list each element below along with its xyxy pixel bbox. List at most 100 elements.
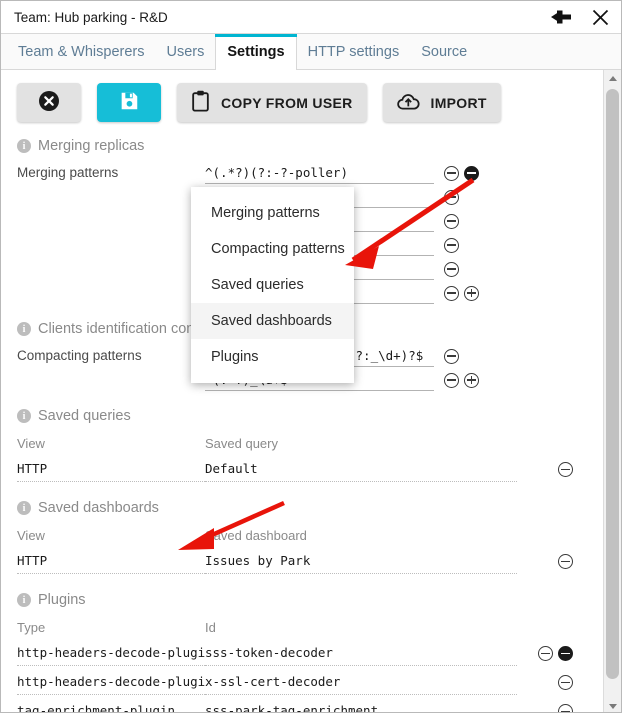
circle-minus-icon[interactable] [444,189,459,205]
clipboard-icon [191,90,210,115]
merging-replicas-heading: i Merging replicas [17,138,604,154]
tab-users[interactable]: Users [156,34,216,69]
info-icon[interactable]: i [17,322,31,336]
menu-item-saved-queries[interactable]: Saved queries [191,267,354,303]
circle-minus-icon[interactable] [558,554,573,569]
copy-from-user-menu: Merging patterns Compacting patterns Sav… [191,187,354,383]
tab-http-settings[interactable]: HTTP settings [297,34,411,69]
circle-minus-icon[interactable] [558,704,573,712]
cell-plugin-type[interactable]: http-headers-decode-plugin [17,671,205,695]
circle-minus-icon[interactable] [558,675,573,690]
plugins-title: Plugins [38,592,86,608]
cell-view[interactable]: HTTP [17,550,205,574]
merging-replicas-title: Merging replicas [38,138,145,154]
circle-minus-icon[interactable] [444,165,459,181]
menu-item-merging-patterns[interactable]: Merging patterns [191,195,354,231]
window-title: Team: Hub parking - R&D [14,9,168,25]
row-actions [538,646,573,661]
row-actions [444,189,479,205]
row-actions [558,462,573,477]
table-body: HTTP Issues by Park [17,547,604,576]
scroll-up-icon[interactable] [604,70,621,87]
saved-queries-section: i Saved queries View Saved query HTTP De… [1,408,604,484]
saved-queries-heading: i Saved queries [17,408,604,424]
circle-minus-icon[interactable] [558,462,573,477]
copy-from-user-label: COPY FROM USER [221,94,353,111]
circle-plus-icon[interactable] [464,372,479,388]
settings-scroll-area: COPY FROM USER IMPORT i Merging replicas… [1,70,604,713]
circle-minus-icon-hover[interactable] [558,646,573,661]
info-icon[interactable]: i [17,139,31,153]
circle-minus-icon[interactable] [538,646,553,661]
row-actions [444,213,479,229]
table-header-row: View Saved query [17,431,604,455]
circle-minus-icon[interactable] [444,237,459,253]
cell-plugin-type[interactable]: http-headers-decode-plugin [17,642,205,666]
team-settings-window: Team: Hub parking - R&D Team & Whisperer… [0,0,622,713]
circle-plus-icon[interactable] [464,285,479,301]
menu-item-plugins[interactable]: Plugins [191,339,354,375]
table-row: HTTP Default [17,455,604,484]
vertical-scrollbar[interactable] [603,70,621,712]
row-actions [444,237,479,253]
plugins-section: i Plugins Type Id http-headers-decode-pl… [1,592,604,713]
cancel-button[interactable] [17,83,81,122]
saved-dashboards-heading: i Saved dashboards [17,500,604,516]
circle-minus-icon[interactable] [444,285,459,301]
merging-pattern-input[interactable]: ^(.*?)(?:-?-poller) [205,162,434,184]
saved-dashboards-section: i Saved dashboards View Saved dashboard … [1,500,604,576]
column-header-id: Id [205,619,216,635]
row-actions [558,704,573,712]
cloud-upload-icon [396,92,420,114]
row-actions [558,554,573,569]
column-header-type: Type [17,619,46,635]
scroll-down-icon[interactable] [604,698,621,712]
tab-source[interactable]: Source [410,34,478,69]
settings-content: COPY FROM USER IMPORT i Merging replicas… [1,70,621,713]
cell-plugin-id[interactable]: x-ssl-cert-decoder [205,671,517,695]
table-body: HTTP Default [17,455,604,484]
column-header-view: View [17,527,45,543]
import-label: IMPORT [430,94,487,111]
pin-icon[interactable] [549,4,575,30]
merging-patterns-label: Merging patterns [17,165,119,180]
circle-minus-icon[interactable] [444,372,459,388]
title-bar-actions [549,1,613,33]
cancel-circle-icon [37,89,61,116]
row-actions [444,372,479,388]
plugins-table: Type Id http-headers-decode-plugin sss-t… [17,615,604,713]
cell-plugin-id[interactable]: sss-token-decoder [205,642,517,666]
menu-item-saved-dashboards[interactable]: Saved dashboards [191,303,354,339]
settings-toolbar: COPY FROM USER IMPORT [1,70,604,122]
row-actions [444,348,479,364]
circle-minus-icon[interactable] [444,348,459,364]
table-header-row: View Saved dashboard [17,523,604,547]
save-button[interactable] [97,83,161,122]
circle-minus-icon-hover[interactable] [464,165,479,181]
circle-minus-icon[interactable] [444,261,459,277]
saved-queries-table: View Saved query HTTP Default [17,431,604,484]
tab-settings[interactable]: Settings [215,34,297,70]
cell-saved-dashboard[interactable]: Issues by Park [205,550,517,574]
cell-view[interactable]: HTTP [17,458,205,482]
cell-plugin-type[interactable]: tag-enrichment-plugin [17,700,205,713]
circle-minus-icon[interactable] [444,213,459,229]
menu-item-compacting-patterns[interactable]: Compacting patterns [191,231,354,267]
cell-saved-query[interactable]: Default [205,458,517,482]
info-icon[interactable]: i [17,501,31,515]
info-icon[interactable]: i [17,593,31,607]
copy-from-user-button[interactable]: COPY FROM USER [177,83,367,122]
table-body: http-headers-decode-plugin sss-token-dec… [17,639,604,713]
table-row: http-headers-decode-plugin x-ssl-cert-de… [17,668,604,697]
table-header-row: Type Id [17,615,604,639]
cell-plugin-id[interactable]: sss-park-tag-enrichment [205,700,517,713]
info-icon[interactable]: i [17,409,31,423]
tab-bar: Team & Whisperers Users Settings HTTP se… [1,34,621,70]
column-header-view: View [17,435,45,451]
close-icon[interactable] [587,4,613,30]
import-button[interactable]: IMPORT [382,83,501,122]
scrollbar-thumb[interactable] [606,89,619,679]
row-actions [444,261,479,277]
tab-team-whisperers[interactable]: Team & Whisperers [7,34,156,69]
pattern-row: ^(.*?)(?:-?-poller) [205,161,604,185]
